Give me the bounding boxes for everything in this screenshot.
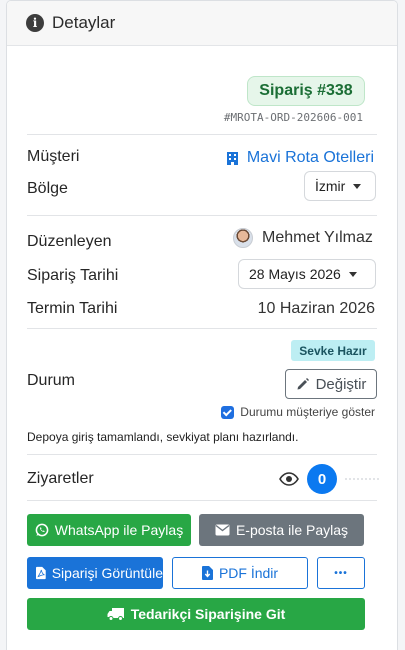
card-title: Detaylar [52,13,116,32]
pdf-file-icon [36,566,46,580]
truck-icon [107,608,124,621]
editor-info: Mehmet Yılmaz [233,228,373,248]
details-card: i Detaylar Sipariş #338 #MROTA-ORD-20260… [6,0,398,650]
divider [27,328,377,329]
visits-counter: 0 [279,464,379,494]
region-label: Bölge [27,180,68,197]
status-badge: Sevke Hazır [291,340,375,361]
status-label: Durum [27,372,76,389]
view-order-button[interactable]: Siparişi Görüntüle [27,557,163,589]
divider [27,134,377,135]
change-status-button[interactable]: Değiştir [285,369,377,399]
supplier-order-label: Tedarikçi Siparişine Git [130,606,286,622]
pencil-icon [297,378,309,390]
customer-link[interactable]: Mavi Rota Otelleri [226,149,374,167]
email-share-button[interactable]: E-posta ile Paylaş [199,514,364,546]
chevron-down-icon [353,183,362,189]
show-customer-checkbox[interactable] [221,405,235,419]
card-header: i Detaylar [7,1,397,46]
customer-name: Mavi Rota Otelleri [246,149,374,166]
change-status-label: Değiştir [315,375,367,393]
due-date-value: 10 Haziran 2026 [257,300,375,317]
status-note: Depoya giriş tamamlandı, sevkiyat planı … [27,430,299,444]
show-customer-option[interactable]: Durumu müşteriye göster [221,405,375,419]
pdf-download-label: PDF İndir [218,565,279,581]
email-share-label: E-posta ile Paylaş [235,522,349,538]
whatsapp-share-button[interactable]: WhatsApp ile Paylaş [27,514,191,546]
order-date-label: Sipariş Tarihi [27,267,119,284]
whatsapp-share-label: WhatsApp ile Paylaş [54,522,184,538]
pdf-download-button[interactable]: PDF İndir [172,557,308,589]
visits-count: 0 [307,464,337,494]
envelope-icon [215,524,230,536]
divider [345,478,379,480]
more-icon: ••• [334,567,348,579]
visits-label: Ziyaretler [27,470,94,487]
info-icon: i [26,14,44,32]
due-date-label: Termin Tarihi [27,300,118,317]
show-customer-label: Durumu müşteriye göster [240,405,375,419]
more-actions-button[interactable]: ••• [317,557,365,589]
customer-label: Müşteri [27,148,80,165]
divider [27,215,377,216]
order-number-badge: Sipariş #338 [247,76,365,106]
avatar [233,228,253,248]
supplier-order-button[interactable]: Tedarikçi Siparişine Git [27,598,365,630]
region-select[interactable]: İzmir [304,171,376,201]
region-value: İzmir [315,178,346,194]
divider [27,454,377,455]
building-icon [226,151,238,165]
order-date-value: 28 Mayıs 2026 [249,266,341,282]
whatsapp-icon [35,523,49,537]
editor-label: Düzenleyen [27,233,112,250]
eye-icon [279,472,299,486]
chevron-down-icon [348,271,357,277]
order-code: #MROTA-ORD-202606-001 [223,111,363,124]
order-date-select[interactable]: 28 Mayıs 2026 [238,259,376,289]
view-order-label: Siparişi Görüntüle [51,565,163,581]
editor-name: Mehmet Yılmaz [262,229,373,246]
divider [27,500,377,501]
file-download-icon [201,566,213,580]
